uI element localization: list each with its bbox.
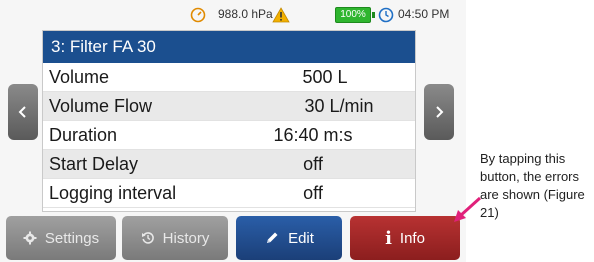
edit-button[interactable]: Edit — [236, 216, 342, 260]
row-volume-flow[interactable]: Volume Flow 30 L/min — [43, 92, 415, 121]
row-value: off — [303, 154, 323, 174]
annotation-text: By tapping this button, the errors are s… — [480, 151, 585, 220]
row-value: 500 L — [302, 67, 348, 87]
edit-label: Edit — [288, 229, 314, 247]
clock-time: 04:50 PM — [398, 7, 450, 21]
row-label: Volume — [49, 67, 110, 87]
info-icon: i — [385, 227, 392, 249]
clock-icon — [378, 7, 394, 23]
row-label: Volume Flow — [49, 96, 153, 116]
row-volume[interactable]: Volume 500 L — [43, 63, 415, 92]
previous-button[interactable] — [8, 84, 38, 140]
settings-label: Settings — [44, 229, 100, 247]
status-bar: 988.0 hPa 100% 04:50 PM — [0, 0, 466, 30]
gauge-icon — [190, 7, 206, 23]
row-value: 30 L/min — [304, 96, 374, 116]
battery-percent: 100% — [335, 7, 371, 23]
info-label: Info — [399, 229, 425, 247]
row-duration[interactable]: Duration 16:40 m:s — [43, 121, 415, 150]
chevron-left-icon — [18, 106, 26, 118]
battery-icon: 100% — [335, 7, 375, 23]
row-label: Start Delay — [49, 154, 139, 174]
history-button[interactable]: History — [122, 216, 228, 260]
row-start-delay[interactable]: Start Delay off — [43, 150, 415, 179]
row-logging-interval[interactable]: Logging interval off — [43, 179, 415, 208]
history-label: History — [162, 229, 210, 247]
settings-button[interactable]: Settings — [6, 216, 116, 260]
pencil-icon — [267, 232, 278, 243]
program-panel: 3: Filter FA 30 Volume 500 L Volume Flow… — [42, 30, 416, 212]
row-value: off — [303, 183, 323, 203]
device-screen: 988.0 hPa 100% 04:50 PM 3: Filter FA 30 … — [0, 0, 466, 262]
row-value: 16:40 m:s — [273, 125, 353, 145]
history-icon — [141, 232, 154, 244]
warning-icon[interactable] — [272, 7, 290, 23]
gear-icon — [23, 231, 37, 245]
pressure-readout: 988.0 hPa — [218, 7, 273, 21]
info-button[interactable]: i Info — [350, 216, 460, 260]
row-label: Duration — [49, 125, 118, 145]
program-title: 3: Filter FA 30 — [43, 31, 415, 63]
